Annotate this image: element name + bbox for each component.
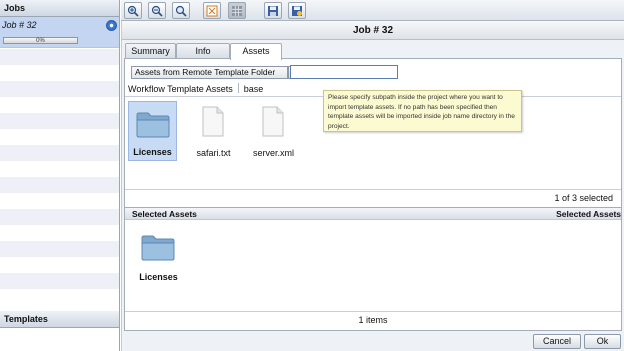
selected-assets-list: Licenses	[125, 221, 621, 311]
ok-button[interactable]: Ok	[584, 334, 621, 349]
document-icon	[262, 106, 284, 137]
asset-item-server-xml[interactable]: server.xml	[249, 101, 298, 161]
cancel-button[interactable]: Cancel	[533, 334, 581, 349]
tab-bar: Summary Info Assets	[122, 41, 624, 60]
asset-item-safari-txt[interactable]: safari.txt	[189, 101, 238, 161]
selected-assets-title-right: Selected Assets	[556, 209, 621, 219]
tab-assets[interactable]: Assets	[230, 43, 282, 60]
toolbar	[121, 0, 624, 21]
selection-status: 1 of 3 selected	[125, 189, 621, 205]
save-all-icon[interactable]	[288, 2, 306, 19]
job-row[interactable]: Job # 32 0%	[0, 17, 119, 48]
templates-list	[0, 329, 119, 351]
tab-summary[interactable]: Summary	[125, 43, 176, 59]
breadcrumb-item-base[interactable]: base	[244, 84, 264, 94]
breadcrumb-item-workflow-template-assets[interactable]: Workflow Template Assets	[128, 84, 233, 94]
jobs-panel: Jobs Job # 32 0% Templates	[0, 0, 120, 351]
templates-header[interactable]: Templates	[0, 311, 119, 328]
document-icon	[202, 106, 224, 137]
save-icon[interactable]	[264, 2, 282, 19]
folder-icon	[141, 235, 175, 261]
asset-source-select[interactable]: Assets from Remote Template Folder	[131, 66, 288, 79]
job-progress-bar: 0%	[3, 37, 78, 44]
asset-label: Licenses	[133, 147, 172, 157]
job-title: Job # 32	[2, 20, 37, 30]
jobs-header: Jobs	[0, 0, 119, 17]
tab-info[interactable]: Info	[176, 43, 230, 59]
fit-to-window-icon[interactable]	[203, 2, 221, 19]
subpath-tooltip: Please specify subpath inside the projec…	[323, 90, 522, 132]
selected-asset-licenses[interactable]: Licenses	[134, 225, 183, 285]
job-dialog: Job # 32 Summary Info Assets Assets from…	[121, 21, 624, 351]
dialog-title: Job # 32	[122, 21, 624, 40]
asset-item-licenses[interactable]: Licenses	[128, 101, 177, 161]
zoom-in-icon[interactable]	[124, 2, 142, 19]
assets-tab-content: Assets from Remote Template Folder ▼ Wor…	[124, 59, 622, 331]
items-count-status: 1 items	[125, 311, 621, 328]
zoom-out-icon[interactable]	[148, 2, 166, 19]
asset-label: safari.txt	[196, 148, 231, 158]
selected-assets-header: Selected Assets Selected Assets	[125, 207, 621, 220]
asset-label: server.xml	[252, 148, 294, 158]
subpath-input[interactable]	[290, 65, 398, 79]
selected-assets-title: Selected Assets	[132, 209, 197, 219]
grid-view-icon[interactable]	[228, 2, 246, 19]
zoom-reset-icon[interactable]	[172, 2, 190, 19]
asset-label: Licenses	[139, 272, 178, 282]
job-settings-icon[interactable]	[106, 20, 117, 31]
job-list	[0, 49, 119, 311]
job-progress-text: 0%	[36, 38, 45, 44]
folder-icon	[136, 112, 170, 138]
